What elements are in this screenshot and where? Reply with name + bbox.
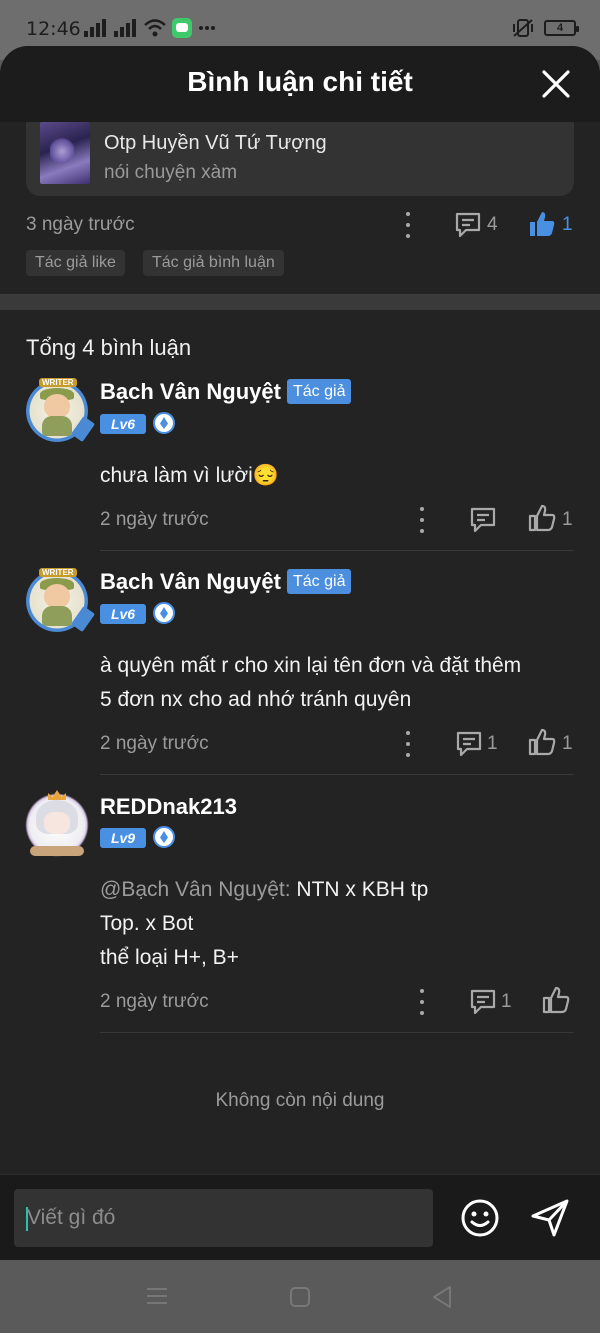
like-icon[interactable] [528, 504, 556, 532]
wifi-icon [144, 19, 166, 37]
message-app-icon [172, 18, 192, 38]
post-title: Otp Huyền Vũ Tứ Tượng [104, 132, 327, 154]
more-options-icon[interactable] [418, 989, 426, 1015]
section-divider [0, 294, 600, 310]
battery-icon: 4 [544, 20, 579, 36]
comment-divider [100, 550, 574, 551]
close-button[interactable] [540, 68, 572, 100]
status-time: 12:46 [26, 18, 81, 40]
comment-time: 2 ngày trước [100, 733, 209, 754]
menu-icon[interactable] [146, 1286, 168, 1306]
post-thumbnail [40, 122, 90, 184]
comment-text: chưa làm vì lười😔 [100, 464, 279, 487]
mute-vibrate-icon [512, 18, 534, 38]
comment-reply-count: 1 [501, 991, 512, 1012]
level-badge: Lv9 [100, 828, 146, 848]
like-icon[interactable] [528, 728, 556, 756]
author-badge: Tác giả [287, 569, 352, 594]
comment-time: 2 ngày trước [100, 991, 209, 1012]
level-gem-icon [153, 602, 175, 624]
tag-author-comment: Tác giả bình luận [143, 250, 284, 276]
comment-time: 2 ngày trước [100, 509, 209, 530]
comment-composer: Viết gì đó [0, 1174, 600, 1260]
comment-icon[interactable] [469, 506, 497, 534]
back-icon[interactable] [431, 1285, 453, 1309]
close-icon [542, 70, 570, 98]
post-like-count: 1 [562, 214, 573, 235]
more-options-icon[interactable] [418, 507, 426, 533]
comment-like-count: 1 [562, 733, 573, 754]
system-nav-bar [0, 1260, 600, 1333]
comment-like-count: 1 [562, 509, 573, 530]
commenter-name[interactable]: REDDnak213 [100, 794, 237, 820]
comment-divider [100, 1032, 574, 1033]
more-icon [198, 25, 216, 31]
comment-icon[interactable] [455, 730, 483, 758]
avatar[interactable]: WRITER [22, 566, 96, 636]
comment-input-placeholder: Viết gì đó [27, 1206, 116, 1229]
emoji-icon[interactable] [460, 1198, 500, 1238]
status-left-icons [84, 18, 216, 38]
home-icon[interactable] [289, 1286, 311, 1308]
commenter-name[interactable]: Bạch Vân Nguyệt [100, 569, 281, 595]
comment-text-line: @Bạch Vân Nguyệt: NTN x KBH tp [100, 873, 428, 907]
comment-text-line: 5 đơn nx cho ad nhớ tránh quyên [100, 688, 412, 711]
signal-icon [114, 19, 138, 37]
commenter-name[interactable]: Bạch Vân Nguyệt [100, 379, 281, 405]
end-of-content-text: Không còn nội dung [215, 1090, 385, 1111]
more-options-icon[interactable] [404, 212, 412, 238]
comment-reply-count: 1 [487, 733, 498, 754]
status-right-icons: 4 [512, 18, 579, 38]
level-gem-icon [153, 412, 175, 434]
comment-icon[interactable] [454, 211, 482, 239]
send-icon[interactable] [530, 1198, 570, 1238]
comment-detail-sheet: Bình luận chi tiết Otp Huyền Vũ Tứ Tượng… [0, 46, 600, 1260]
mention-link[interactable]: @Bạch Vân Nguyệt: [100, 878, 291, 901]
comment-text-line: à quyên mất r cho xin lại tên đơn và đặt… [100, 654, 522, 677]
sheet-header: Bình luận chi tiết [0, 46, 600, 122]
level-badge: Lv6 [100, 414, 146, 434]
comment-divider [100, 774, 574, 775]
post-subtitle: nói chuyện xàm [104, 162, 238, 183]
level-badge: Lv6 [100, 604, 146, 624]
tag-author-like: Tác giả like [26, 250, 125, 276]
comment-text-line: Top. x Bot [100, 912, 194, 935]
comment-input[interactable]: Viết gì đó [14, 1189, 433, 1247]
like-icon-active[interactable] [528, 210, 556, 238]
total-comments-count: Tổng 4 bình luận [26, 335, 192, 360]
page-title: Bình luận chi tiết [187, 66, 413, 97]
signal-icon [84, 19, 108, 37]
avatar[interactable] [22, 790, 92, 860]
comment-text-fragment: NTN x KBH tp [290, 878, 429, 901]
comment-text-line: thể loại H+, B+ [100, 946, 239, 969]
avatar[interactable]: WRITER [22, 376, 96, 446]
post-card[interactable]: Otp Huyền Vũ Tứ Tượng nói chuyện xàm [26, 122, 574, 196]
author-badge: Tác giả [287, 379, 352, 404]
comment-icon[interactable] [469, 988, 497, 1016]
post-comment-count: 4 [487, 214, 498, 235]
post-time: 3 ngày trước [26, 214, 135, 235]
like-icon[interactable] [542, 986, 570, 1014]
level-gem-icon [153, 826, 175, 848]
more-options-icon[interactable] [404, 731, 412, 757]
